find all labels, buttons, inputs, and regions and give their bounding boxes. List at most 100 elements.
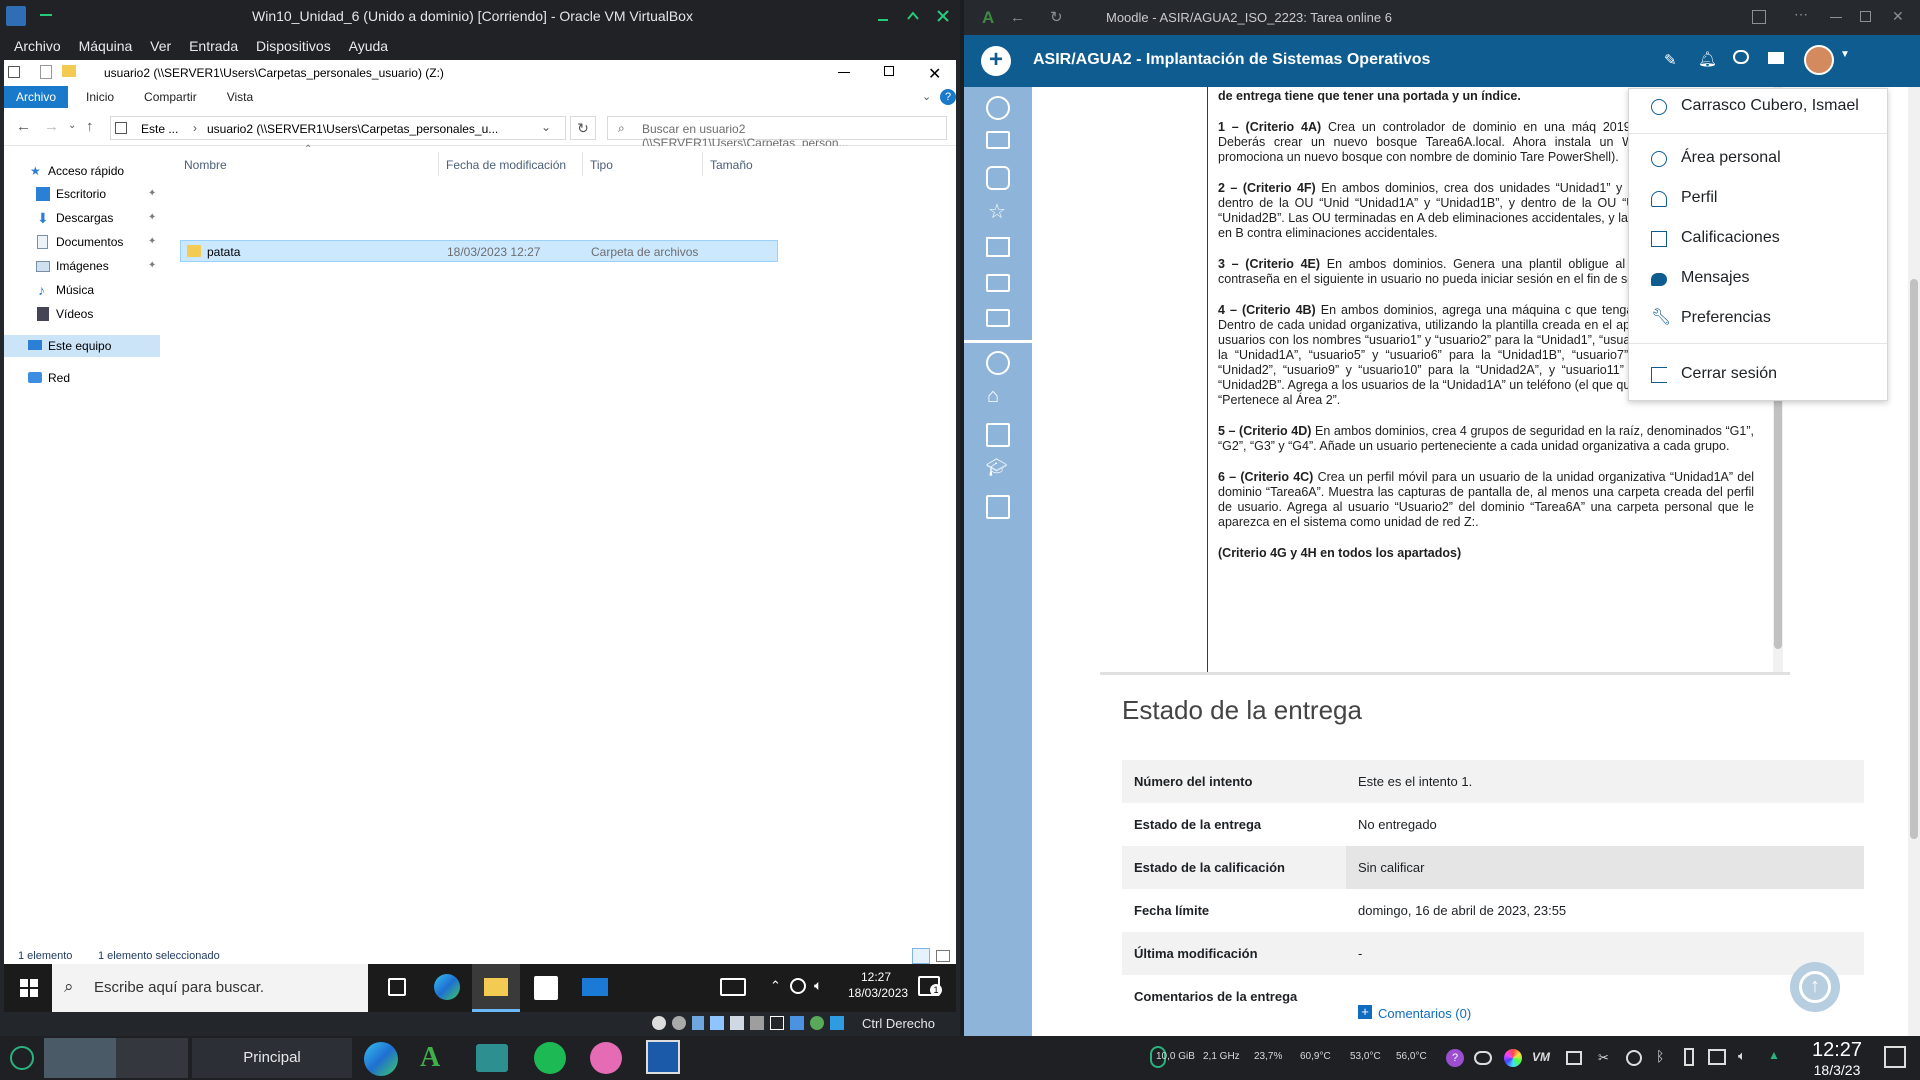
media-play-icon[interactable] xyxy=(1626,1050,1642,1066)
menu-ver[interactable]: Ver xyxy=(143,31,178,54)
browser-close-button[interactable]: ✕ xyxy=(1892,8,1904,25)
hdd-icon[interactable] xyxy=(652,1016,666,1030)
capture-icon[interactable] xyxy=(830,1016,844,1030)
tab-archivo[interactable]: Archivo xyxy=(4,86,69,108)
nav-quick-access[interactable]: ★ Acceso rápido xyxy=(4,160,160,182)
user-menu-cerrar-sesion[interactable]: Cerrar sesión xyxy=(1629,357,1889,393)
folder-icon[interactable] xyxy=(986,309,1010,327)
column-tipo[interactable]: Tipo xyxy=(590,158,613,172)
comments-link[interactable]: Comentarios (0) xyxy=(1378,1006,1471,1021)
address-dropdown-icon[interactable]: ⌄ xyxy=(541,120,551,134)
user-menu-profile-name[interactable]: Carrasco Cubero, Ismael xyxy=(1629,89,1889,125)
tab-inicio[interactable]: Inicio xyxy=(74,86,126,108)
book-icon[interactable] xyxy=(986,237,1010,257)
user-menu-preferencias[interactable]: 🔧︎ Preferencias xyxy=(1629,301,1889,337)
terminal-icon[interactable] xyxy=(1566,1051,1582,1065)
dashboard-icon[interactable] xyxy=(986,351,1010,375)
files-icon[interactable] xyxy=(986,495,1010,519)
address-bar[interactable]: Este ... › usuario2 (\\SERVER1\Users\Car… xyxy=(110,116,566,140)
explorer-minimize-button[interactable] xyxy=(838,72,850,73)
virtual-desktop-1[interactable] xyxy=(44,1038,116,1078)
browser-minimize-button[interactable] xyxy=(1830,17,1842,18)
scrollbar-thumb[interactable] xyxy=(1910,279,1918,839)
recording-icon[interactable] xyxy=(790,1016,804,1030)
address-path[interactable]: usuario2 (\\SERVER1\Users\Carpetas_perso… xyxy=(207,122,498,136)
horizontal-scrollbar[interactable] xyxy=(1100,672,1790,675)
moodle-app-icon[interactable]: A xyxy=(420,1042,440,1074)
edge-icon[interactable] xyxy=(364,1042,398,1076)
nav-descargas[interactable]: ⬇ Descargas ✦ xyxy=(4,207,160,229)
course-title[interactable]: ASIR/AGUA2 - Implantación de Sistemas Op… xyxy=(1033,51,1430,69)
nav-escritorio[interactable]: Escritorio ✦ xyxy=(4,183,160,205)
app-launcher-icon[interactable] xyxy=(10,1046,34,1070)
refresh-button[interactable]: ↻ xyxy=(570,116,596,140)
guest-clock[interactable]: 12:27 18/03/2023 xyxy=(848,970,908,1000)
help-icon[interactable]: ? xyxy=(940,89,956,105)
menu-ayuda[interactable]: Ayuda xyxy=(342,31,395,54)
file-manager-icon[interactable] xyxy=(476,1044,508,1072)
bluetooth-icon[interactable]: ᛒ xyxy=(1656,1048,1664,1064)
chevron-down-icon[interactable]: ▼ xyxy=(1840,49,1850,60)
menu-maquina[interactable]: Máquina xyxy=(72,31,140,54)
calendar-icon[interactable] xyxy=(986,423,1010,447)
vbox-maximize-button[interactable] xyxy=(906,9,920,23)
vbox-minimize-button[interactable] xyxy=(876,9,890,23)
spotify-icon[interactable] xyxy=(534,1042,566,1074)
more-options-icon[interactable]: ⋯ xyxy=(1794,6,1808,23)
color-picker-icon[interactable] xyxy=(1504,1049,1522,1067)
user-menu-calificaciones[interactable]: Calificaciones xyxy=(1629,221,1889,257)
file-row[interactable]: patata 18/03/2023 12:27 Carpeta de archi… xyxy=(180,240,778,262)
display-icon[interactable] xyxy=(770,1016,784,1030)
user-menu-mensajes[interactable]: Mensajes xyxy=(1629,261,1889,297)
vmware-icon[interactable]: VM xyxy=(1532,1050,1550,1064)
cpu-load[interactable]: 23,7% xyxy=(1254,1051,1282,1062)
envelope-icon[interactable] xyxy=(1768,52,1784,64)
new-folder-icon[interactable] xyxy=(62,65,76,77)
details-view-icon[interactable] xyxy=(912,948,930,964)
vbox-close-button[interactable] xyxy=(936,9,950,23)
host-clock[interactable]: 12:27 18/3/23 xyxy=(1794,1039,1880,1078)
nav-imagenes[interactable]: Imágenes ✦ xyxy=(4,255,160,277)
keyboard-icon[interactable] xyxy=(720,978,746,996)
user-avatar[interactable] xyxy=(1804,45,1834,75)
graduation-cap-icon[interactable]: 🎓︎ xyxy=(986,458,1008,478)
virtualbox-taskbar-icon[interactable] xyxy=(646,1040,680,1074)
store-icon[interactable] xyxy=(534,976,558,1000)
temperature-3[interactable]: 56,0°C xyxy=(1396,1051,1427,1062)
explorer-taskbar-button[interactable] xyxy=(472,964,520,1012)
explorer-close-button[interactable]: ✕ xyxy=(928,64,941,84)
nav-musica[interactable]: ♪ Música xyxy=(4,279,160,301)
volume-icon[interactable]: 🔈︎ xyxy=(814,977,822,994)
cloud-icon[interactable] xyxy=(1474,1051,1492,1065)
ram-usage[interactable]: 10,0 GiB xyxy=(1156,1051,1195,1062)
volume-icon[interactable]: 🔈︎ xyxy=(1738,1048,1746,1064)
audio-icon[interactable] xyxy=(692,1016,704,1030)
battery-icon[interactable] xyxy=(1684,1048,1694,1066)
network-globe-icon[interactable] xyxy=(790,978,806,994)
user-menu-area-personal[interactable]: Área personal xyxy=(1629,141,1889,177)
menu-dispositivos[interactable]: Dispositivos xyxy=(249,31,338,54)
nav-este-equipo[interactable]: Este equipo xyxy=(4,335,160,357)
edge-icon[interactable] xyxy=(434,974,460,1000)
pin-icon[interactable]: ✎ xyxy=(1664,51,1677,69)
task-principal[interactable]: Principal xyxy=(192,1038,352,1078)
app-circle-icon[interactable] xyxy=(590,1042,622,1074)
user-menu-perfil[interactable]: Perfil xyxy=(1629,181,1889,217)
network-adapter-icon[interactable] xyxy=(710,1016,724,1030)
menu-entrada[interactable]: Entrada xyxy=(182,31,245,54)
home-icon[interactable]: ⌂ xyxy=(987,385,999,408)
help-icon[interactable]: ? xyxy=(1446,1049,1464,1067)
tab-compartir[interactable]: Compartir xyxy=(132,86,209,108)
browser-maximize-button[interactable] xyxy=(1860,11,1871,22)
star-icon[interactable]: ☆ xyxy=(988,199,1006,224)
scissors-icon[interactable]: ✂ xyxy=(1598,1050,1609,1066)
taskbar-search-box[interactable]: ⌕ Escribe aquí para buscar. xyxy=(52,964,368,1012)
up-arrow-icon[interactable]: ↑ xyxy=(86,118,94,135)
task-view-icon[interactable] xyxy=(388,978,406,996)
large-icons-view-icon[interactable] xyxy=(936,950,950,962)
clock-icon[interactable] xyxy=(986,96,1010,120)
network-icon[interactable] xyxy=(1708,1049,1726,1065)
back-arrow-icon[interactable]: ← xyxy=(16,118,31,135)
ribbon-expand-icon[interactable]: ⌄ xyxy=(922,90,934,103)
column-nombre[interactable]: Nombre xyxy=(184,158,227,172)
